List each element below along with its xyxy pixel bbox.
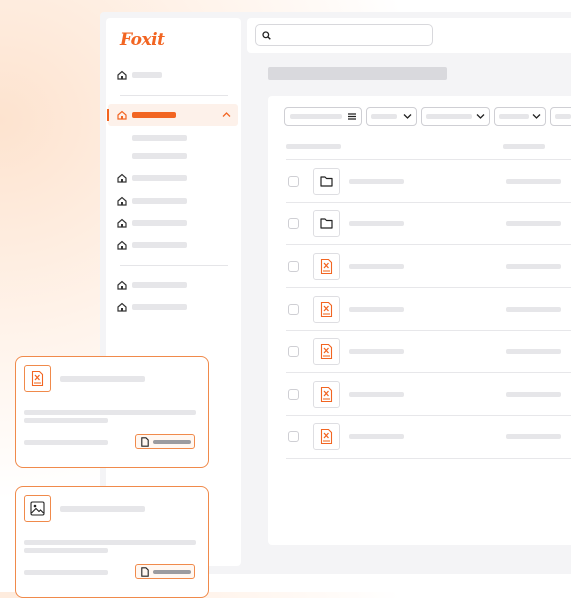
row-divider bbox=[286, 415, 571, 416]
open-document-button[interactable] bbox=[135, 564, 195, 579]
file-date bbox=[506, 179, 561, 184]
filter-label bbox=[371, 114, 397, 119]
file-name[interactable] bbox=[349, 392, 404, 397]
row-checkbox[interactable] bbox=[288, 176, 299, 187]
image-card[interactable] bbox=[15, 486, 209, 598]
filter-label bbox=[555, 114, 571, 119]
filter-label bbox=[499, 114, 529, 119]
filter-label bbox=[426, 114, 472, 119]
row-divider bbox=[286, 372, 571, 373]
header-divider bbox=[286, 159, 571, 160]
pdf-file-icon bbox=[313, 423, 340, 450]
sidebar-item-label[interactable] bbox=[132, 282, 187, 288]
sidebar-item-label[interactable] bbox=[132, 72, 162, 78]
file-date bbox=[506, 264, 561, 269]
sidebar-item-label[interactable] bbox=[132, 198, 187, 204]
file-name[interactable] bbox=[349, 307, 404, 312]
chevron-down-icon bbox=[403, 114, 412, 119]
sidebar-divider bbox=[120, 265, 228, 266]
file-date bbox=[506, 392, 561, 397]
row-checkbox[interactable] bbox=[288, 431, 299, 442]
card-description-line bbox=[24, 540, 196, 545]
card-description-line bbox=[24, 418, 108, 423]
row-checkbox[interactable] bbox=[288, 346, 299, 357]
home-icon bbox=[117, 70, 127, 80]
chevron-down-icon bbox=[476, 114, 485, 119]
file-date bbox=[506, 221, 561, 226]
pdf-card[interactable] bbox=[15, 356, 209, 468]
card-meta bbox=[24, 440, 108, 445]
home-icon bbox=[117, 302, 127, 312]
file-date bbox=[506, 349, 561, 354]
file-name[interactable] bbox=[349, 434, 404, 439]
page-title bbox=[268, 67, 447, 80]
home-icon bbox=[117, 240, 127, 250]
open-document-button[interactable] bbox=[135, 434, 195, 449]
sidebar-subitem[interactable] bbox=[132, 135, 187, 141]
row-divider bbox=[286, 244, 571, 245]
pdf-file-icon bbox=[313, 253, 340, 280]
row-checkbox[interactable] bbox=[288, 218, 299, 229]
sidebar-item-label[interactable] bbox=[132, 242, 187, 248]
button-label bbox=[153, 440, 191, 444]
row-checkbox[interactable] bbox=[288, 261, 299, 272]
image-icon bbox=[24, 495, 51, 522]
row-divider bbox=[286, 458, 571, 459]
row-checkbox[interactable] bbox=[288, 304, 299, 315]
foxit-logo: Foxit bbox=[120, 30, 165, 50]
row-divider bbox=[286, 202, 571, 203]
sidebar-divider bbox=[120, 95, 228, 96]
document-icon bbox=[141, 437, 149, 447]
folder-icon bbox=[313, 168, 340, 195]
pdf-file-icon bbox=[24, 365, 51, 392]
file-name[interactable] bbox=[349, 179, 404, 184]
list-icon bbox=[348, 113, 356, 120]
file-name[interactable] bbox=[349, 221, 404, 226]
document-icon bbox=[141, 567, 149, 577]
card-title bbox=[60, 376, 145, 382]
home-icon bbox=[117, 280, 127, 290]
file-date bbox=[506, 434, 561, 439]
pdf-file-icon bbox=[313, 338, 340, 365]
card-title bbox=[60, 506, 145, 512]
active-indicator bbox=[107, 109, 109, 121]
home-icon bbox=[117, 196, 127, 206]
row-divider bbox=[286, 287, 571, 288]
sidebar bbox=[106, 18, 241, 566]
sidebar-item-label[interactable] bbox=[132, 220, 187, 226]
row-checkbox[interactable] bbox=[288, 389, 299, 400]
filter-label bbox=[290, 114, 342, 119]
home-icon bbox=[117, 218, 127, 228]
home-icon bbox=[117, 110, 127, 120]
card-meta bbox=[24, 570, 108, 575]
file-name[interactable] bbox=[349, 349, 404, 354]
button-label bbox=[153, 570, 191, 574]
card-description-line bbox=[24, 548, 108, 553]
sidebar-item-label[interactable] bbox=[132, 304, 187, 310]
file-date bbox=[506, 307, 561, 312]
folder-icon bbox=[313, 210, 340, 237]
chevron-down-icon bbox=[532, 114, 541, 119]
chevron-up-icon[interactable] bbox=[222, 111, 231, 118]
file-name[interactable] bbox=[349, 264, 404, 269]
sidebar-item-label-active bbox=[132, 112, 176, 118]
card-description-line bbox=[24, 410, 196, 415]
search-input[interactable] bbox=[255, 24, 433, 46]
pdf-file-icon bbox=[313, 381, 340, 408]
sidebar-subitem[interactable] bbox=[132, 153, 187, 159]
sidebar-item-label[interactable] bbox=[132, 175, 187, 181]
pdf-file-icon bbox=[313, 296, 340, 323]
home-icon bbox=[117, 173, 127, 183]
column-header-name[interactable] bbox=[286, 144, 341, 149]
row-divider bbox=[286, 330, 571, 331]
search-icon bbox=[262, 31, 271, 40]
column-header-modified[interactable] bbox=[503, 144, 545, 149]
